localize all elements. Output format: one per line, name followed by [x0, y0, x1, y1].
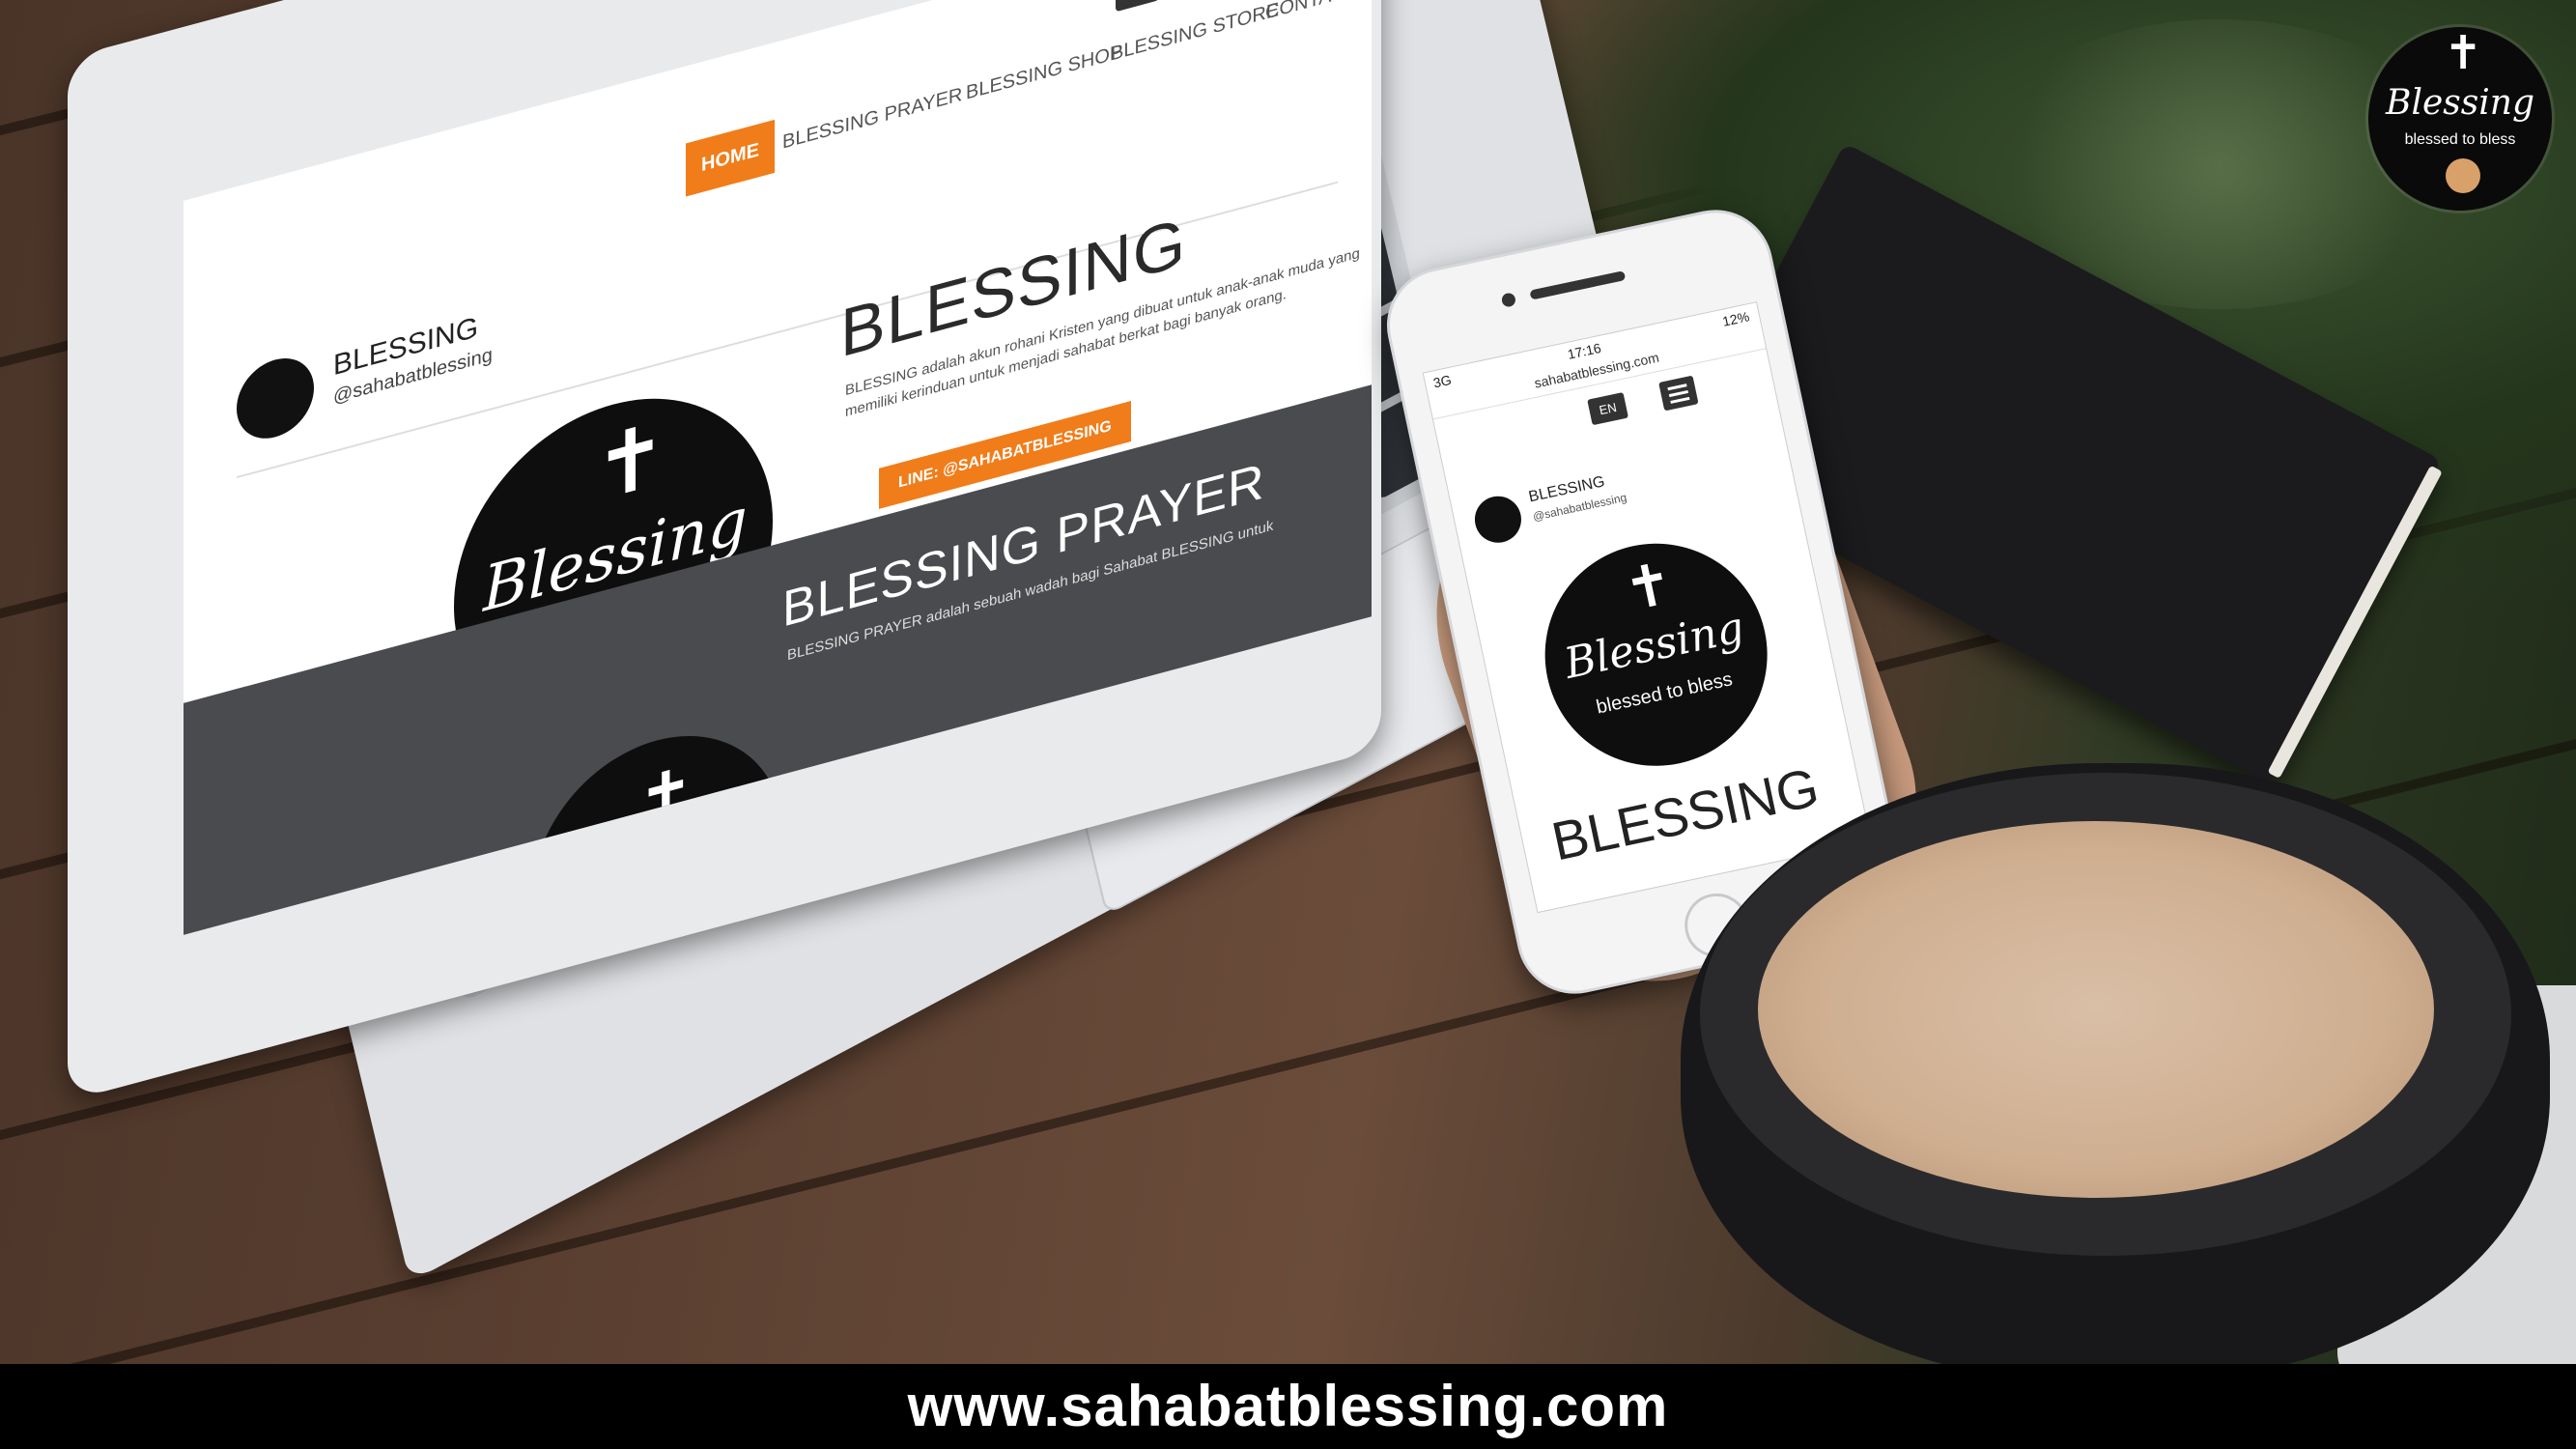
badge-tagline: blessed to bless [2404, 131, 2516, 148]
laptop-screen: HOME BLESSING PRAYER BLESSING SHOP BLESS… [184, 0, 1372, 935]
nav-home-button[interactable]: HOME [686, 119, 775, 197]
footer-bar: www.sahabatblessing.com [0, 1364, 2576, 1449]
carrier-label: 3G [1431, 371, 1454, 391]
photo-scene: HOME BLESSING PRAYER BLESSING SHOP BLESS… [0, 0, 2576, 1364]
battery-level: 12% [1720, 308, 1751, 329]
language-toggle[interactable]: EN [1115, 0, 1159, 13]
nav-item-blessing-shop[interactable]: BLESSING SHOP [966, 41, 1122, 104]
badge-script: Blessing [2386, 83, 2534, 123]
cross-icon: ✝ [2444, 28, 2483, 79]
language-toggle[interactable]: EN [1587, 391, 1629, 426]
front-camera [1500, 292, 1517, 308]
hero-logo: ✝ Blessing blessed to bless [1524, 523, 1789, 787]
notebook-pages [2267, 465, 2443, 780]
nav-item-blessing-prayer[interactable]: BLESSING PRAYER [782, 84, 962, 155]
brand-logo[interactable] [1470, 492, 1526, 548]
coffee [1758, 821, 2434, 1198]
mascot-icon [2446, 158, 2480, 193]
corner-logo-badge: ✝ Blessing blessed to bless [2368, 27, 2552, 211]
nav-item-contact-us[interactable]: CONTACT US [1265, 0, 1372, 25]
status-time: 17:16 [1566, 339, 1602, 362]
cross-icon: ✝ [637, 752, 694, 842]
cross-icon: ✝ [594, 404, 667, 521]
nav-item-blessing-store[interactable]: BLESSING STORE [1111, 0, 1279, 67]
earpiece [1529, 270, 1627, 300]
brand-logo[interactable] [237, 349, 314, 448]
hero-title: BLESSING [1546, 755, 1825, 872]
hamburger-menu-icon[interactable] [1658, 375, 1699, 412]
cross-icon: ✝ [1618, 550, 1680, 624]
footer-url: www.sahabatblessing.com [907, 1374, 1669, 1438]
